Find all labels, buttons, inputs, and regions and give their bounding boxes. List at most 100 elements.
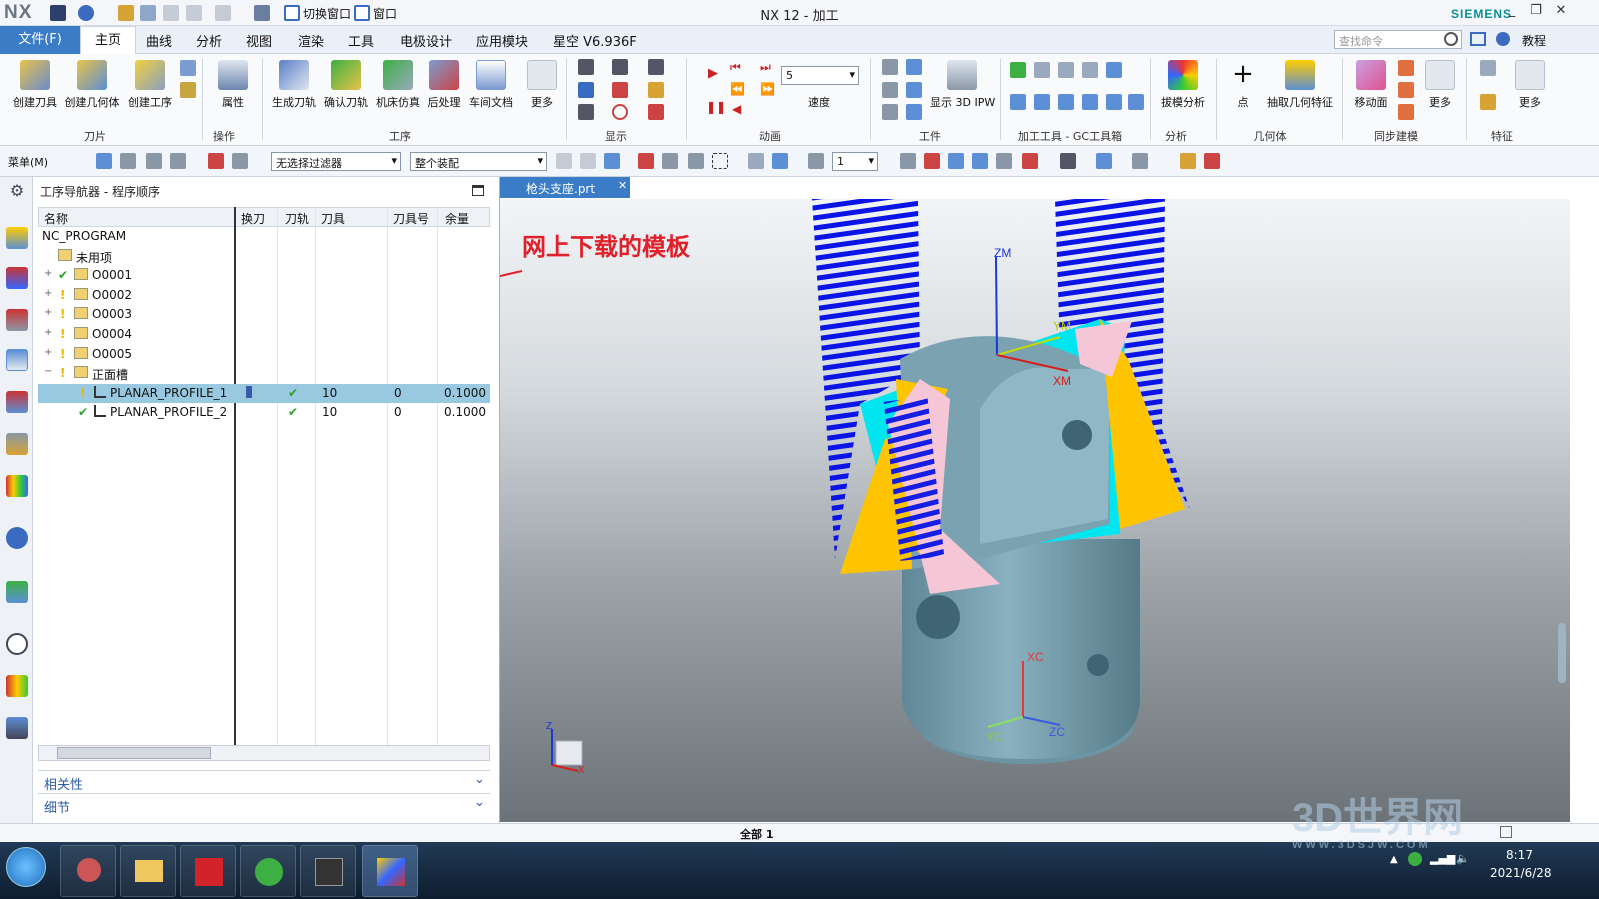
properties-button[interactable]: 属性 bbox=[206, 60, 260, 110]
gc-tool-icon-5[interactable] bbox=[1106, 62, 1122, 78]
workpiece-icon-5[interactable] bbox=[882, 104, 898, 120]
scrollbar-thumb[interactable] bbox=[57, 747, 211, 759]
create-operation-button[interactable]: 创建工序 bbox=[124, 60, 176, 110]
column-stock[interactable]: 余量 bbox=[445, 210, 469, 227]
menu-button[interactable]: 菜单(M) bbox=[8, 154, 48, 170]
feature-icon-2[interactable] bbox=[1480, 94, 1496, 110]
tab-curve[interactable]: 曲线 bbox=[146, 31, 172, 50]
tab-application[interactable]: 应用模块 bbox=[476, 31, 528, 50]
display-icon-1[interactable] bbox=[578, 59, 594, 75]
workpiece-icon-1[interactable] bbox=[882, 59, 898, 75]
tab-xingkong[interactable]: 星空 V6.936F bbox=[553, 31, 637, 50]
gc-tool-icon-3[interactable] bbox=[1058, 62, 1074, 78]
edge-display-icon[interactable] bbox=[1132, 153, 1148, 169]
selection-icon-6[interactable] bbox=[232, 153, 248, 169]
network-icon[interactable]: ▂▄▆ bbox=[1430, 852, 1455, 865]
create-geometry-button[interactable]: 创建几何体 bbox=[64, 60, 120, 110]
volume-icon[interactable]: 🔈 bbox=[1456, 852, 1470, 865]
tray-up-icon[interactable]: ▲ bbox=[1390, 854, 1398, 865]
selection-icon-4[interactable] bbox=[170, 153, 186, 169]
display-icon-4[interactable] bbox=[578, 82, 594, 98]
tree-row-o0004[interactable]: + ! O0004 bbox=[38, 325, 490, 345]
display-icon-8[interactable] bbox=[612, 104, 628, 120]
step-back-icon[interactable]: ⏮ bbox=[730, 60, 741, 75]
gc-tool-icon-9[interactable] bbox=[1082, 94, 1098, 110]
selection-scope-dropdown[interactable]: 整个装配 bbox=[410, 152, 547, 171]
tree-row-o0005[interactable]: + ! O0005 bbox=[38, 345, 490, 365]
expand-icon[interactable]: + bbox=[44, 268, 52, 279]
pause-icon[interactable]: ❚❚ bbox=[706, 100, 726, 114]
pan-icon[interactable] bbox=[972, 153, 988, 169]
gc-tool-icon-1[interactable] bbox=[1010, 62, 1026, 78]
tab-analysis[interactable]: 分析 bbox=[196, 31, 222, 50]
tab-render[interactable]: 渲染 bbox=[298, 31, 324, 50]
taskbar-app-1[interactable] bbox=[60, 845, 116, 897]
display-icon-7[interactable] bbox=[578, 104, 594, 120]
tree-row-o0003[interactable]: + ! O0003 bbox=[38, 305, 490, 325]
taskbar-app-3[interactable] bbox=[180, 845, 236, 897]
selection-icon-2[interactable] bbox=[120, 153, 136, 169]
expand-icon[interactable]: + bbox=[44, 327, 52, 338]
restore-button[interactable]: ❐ bbox=[1526, 3, 1546, 21]
workpiece-icon-6[interactable] bbox=[906, 104, 922, 120]
column-tool-change[interactable]: 换刀 bbox=[241, 210, 265, 227]
close-button[interactable]: ✕ bbox=[1551, 3, 1571, 21]
column-tool-number[interactable]: 刀具号 bbox=[393, 210, 429, 227]
role-icon[interactable] bbox=[6, 717, 28, 739]
tab-electrode-design[interactable]: 电极设计 bbox=[400, 31, 452, 50]
postprocess-button[interactable]: 后处理 bbox=[424, 60, 464, 110]
gc-tool-icon-6[interactable] bbox=[1010, 94, 1026, 110]
column-name[interactable]: 名称 bbox=[44, 210, 68, 227]
details-panel[interactable]: 细节 ⌄ bbox=[38, 793, 490, 816]
view-icon-1[interactable] bbox=[748, 153, 764, 169]
sync-icon-2[interactable] bbox=[1398, 82, 1414, 98]
sync-icon-3[interactable] bbox=[1398, 104, 1414, 120]
point-button[interactable]: + 点 bbox=[1226, 60, 1260, 110]
type-filter-dropdown[interactable]: 无选择过滤器 bbox=[271, 152, 401, 171]
shaded-icon[interactable] bbox=[1096, 153, 1112, 169]
tool-small-icon-1[interactable] bbox=[180, 60, 196, 76]
minimize-button[interactable]: _ bbox=[1502, 3, 1522, 21]
selection-icon-1[interactable] bbox=[96, 153, 112, 169]
tab-tools[interactable]: 工具 bbox=[348, 31, 374, 50]
generate-toolpath-button[interactable]: 生成刀轨 bbox=[268, 60, 320, 110]
maximize-navigator-icon[interactable] bbox=[472, 185, 484, 196]
snap-icon-1[interactable] bbox=[556, 153, 572, 169]
palette-icon[interactable] bbox=[6, 475, 28, 497]
view-icon-3[interactable] bbox=[900, 153, 916, 169]
search-icon[interactable] bbox=[1444, 32, 1458, 46]
snap-icon-3[interactable] bbox=[604, 153, 620, 169]
machine-navigator-icon[interactable] bbox=[6, 391, 28, 413]
workpiece-icon-4[interactable] bbox=[906, 82, 922, 98]
display-icon-5[interactable] bbox=[612, 82, 628, 98]
chevron-down-icon[interactable]: ⌄ bbox=[474, 772, 485, 787]
taskbar-app-4[interactable] bbox=[240, 845, 296, 897]
graphics-viewport[interactable]: ZM YM XM XC YC ZC Z X 网上下载的模板 bbox=[500, 199, 1570, 822]
layer-icon[interactable] bbox=[808, 153, 824, 169]
column-tool[interactable]: 刀具 bbox=[321, 210, 345, 227]
horizontal-scrollbar[interactable] bbox=[38, 745, 490, 761]
snap-icon-2[interactable] bbox=[580, 153, 596, 169]
display-icon-2[interactable] bbox=[612, 59, 628, 75]
render-style-icon[interactable] bbox=[1060, 153, 1076, 169]
sync-icon-1[interactable] bbox=[1398, 60, 1414, 76]
tray-app-icon[interactable] bbox=[1408, 852, 1422, 866]
gc-tool-icon-11[interactable] bbox=[1128, 94, 1144, 110]
more-feature-button[interactable]: 更多 bbox=[1510, 60, 1550, 110]
tree-row-planar-profile-2[interactable]: ✔ PLANAR_PROFILE_2 ✔ 10 0 0.1000 bbox=[38, 403, 490, 423]
command-search-input[interactable]: 查找命令 bbox=[1334, 30, 1462, 49]
gc-tool-icon-8[interactable] bbox=[1058, 94, 1074, 110]
ruler-icon[interactable] bbox=[1204, 153, 1220, 169]
rotate-icon[interactable] bbox=[948, 153, 964, 169]
gc-tool-icon-2[interactable] bbox=[1034, 62, 1050, 78]
extract-geometry-button[interactable]: 抽取几何特征 bbox=[1264, 60, 1336, 110]
display-icon-3[interactable] bbox=[648, 59, 664, 75]
view-icon-4[interactable] bbox=[924, 153, 940, 169]
draft-analysis-button[interactable]: 拔模分析 bbox=[1156, 60, 1210, 110]
workpiece-icon-3[interactable] bbox=[882, 82, 898, 98]
selection-icon-5[interactable] bbox=[208, 153, 224, 169]
move-face-button[interactable]: 移动面 bbox=[1348, 60, 1394, 110]
viewport-scroll-indicator[interactable] bbox=[1558, 623, 1566, 683]
view-orient-icon[interactable] bbox=[1022, 153, 1038, 169]
gc-tool-icon-10[interactable] bbox=[1106, 94, 1122, 110]
